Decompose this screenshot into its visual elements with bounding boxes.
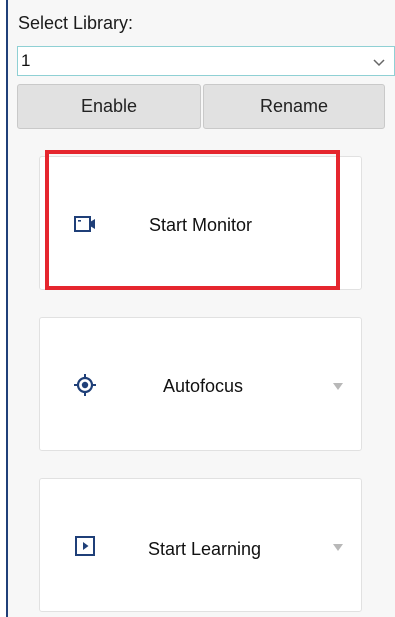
library-select[interactable]: 1 [17, 46, 395, 76]
caret-down-icon[interactable] [332, 381, 344, 391]
library-control-panel: Select Library: 1 Enable Rename Start Mo… [10, 0, 395, 617]
rename-button[interactable]: Rename [203, 84, 385, 129]
crosshair-icon [74, 374, 96, 396]
enable-button[interactable]: Enable [17, 84, 201, 129]
library-selected-value: 1 [21, 51, 31, 70]
camera-icon [74, 216, 95, 232]
start-monitor-card[interactable]: Start Monitor [39, 156, 362, 290]
left-edge-border [0, 0, 8, 617]
autofocus-card[interactable]: Autofocus [39, 317, 362, 451]
select-library-label: Select Library: [18, 13, 134, 33]
caret-down-icon[interactable] [332, 542, 344, 552]
chevron-down-icon [373, 59, 385, 67]
play-icon [75, 536, 95, 556]
start-monitor-label: Start Monitor [149, 215, 253, 235]
start-learning-card[interactable]: Start Learning [39, 478, 362, 612]
autofocus-label: Autofocus [163, 376, 244, 396]
start-learning-label: Start Learning [148, 539, 262, 559]
